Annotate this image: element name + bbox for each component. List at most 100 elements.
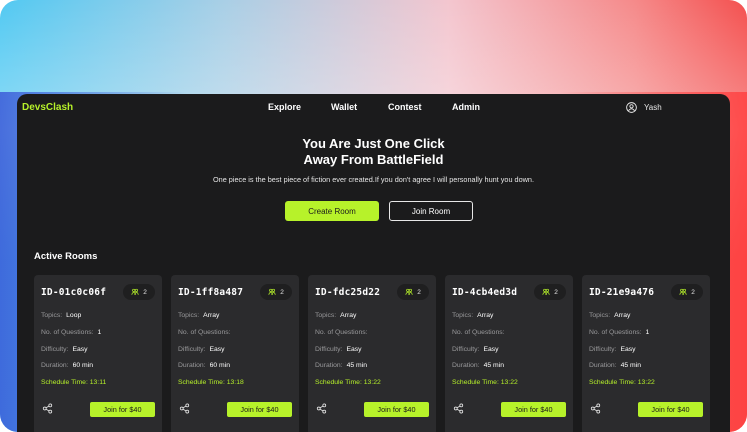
players-icon (679, 288, 687, 295)
schedule-label: Schedule Time: (589, 379, 636, 386)
room-card: ID-21e9a476 2 Topics: Array No. of Questi… (582, 275, 710, 432)
players-badge: 2 (534, 284, 566, 300)
hero-title: You Are Just One Click Away From BattleF… (17, 136, 730, 168)
difficulty-label: Difficulty: (315, 346, 343, 353)
hero-title-line2: Away From BattleField (303, 152, 444, 167)
schedule-label: Schedule Time: (178, 379, 225, 386)
join-room-paid-button[interactable]: Join for $40 (90, 402, 155, 417)
questions-label: No. of Questions: (41, 329, 94, 336)
difficulty-row: Difficulty: Easy (315, 346, 362, 353)
players-count: 2 (691, 288, 695, 296)
app-window: DevsClash Explore Wallet Contest Admin Y… (17, 94, 730, 432)
questions-label: No. of Questions: (315, 329, 368, 336)
topics-label: Topics: (589, 312, 611, 319)
nav-wallet[interactable]: Wallet (331, 102, 357, 112)
schedule-label: Schedule Time: (452, 379, 499, 386)
schedule-row: Schedule Time: 13:11 (41, 379, 106, 386)
topics-value: Array (340, 312, 357, 319)
questions-label: No. of Questions: (178, 329, 231, 336)
questions-label: No. of Questions: (589, 329, 642, 336)
difficulty-label: Difficulty: (178, 346, 206, 353)
duration-row: Duration: 60 min (41, 362, 93, 369)
topics-row: Topics: Array (315, 312, 356, 319)
questions-label: No. of Questions: (452, 329, 505, 336)
user-icon (626, 102, 637, 113)
questions-row: No. of Questions: (178, 329, 235, 336)
difficulty-value: Easy (346, 346, 362, 353)
questions-row: No. of Questions: 1 (589, 329, 649, 336)
players-icon (131, 288, 139, 295)
room-card: ID-1ff8a487 2 Topics: Array No. of Questi… (171, 275, 299, 432)
room-card: ID-01c0c06f 2 Topics: Loop No. of Questio… (34, 275, 162, 432)
questions-row: No. of Questions: 1 (41, 329, 101, 336)
schedule-value: 13:22 (363, 379, 381, 386)
duration-row: Duration: 45 min (589, 362, 641, 369)
join-room-button[interactable]: Join Room (389, 201, 473, 221)
schedule-row: Schedule Time: 13:22 (315, 379, 381, 386)
topics-row: Topics: Loop (41, 312, 81, 319)
players-icon (268, 288, 276, 295)
schedule-value: 13:22 (637, 379, 655, 386)
nav-explore[interactable]: Explore (268, 102, 301, 112)
topics-value: Array (614, 312, 631, 319)
players-count: 2 (417, 288, 421, 296)
user-menu[interactable]: Yash (626, 102, 662, 113)
room-id: ID-21e9a476 (589, 287, 655, 298)
share-icon[interactable] (42, 403, 53, 414)
difficulty-value: Easy (72, 346, 88, 353)
join-room-paid-button[interactable]: Join for $40 (501, 402, 566, 417)
players-badge: 2 (671, 284, 703, 300)
room-id: ID-fdc25d22 (315, 287, 381, 298)
create-room-button[interactable]: Create Room (285, 201, 379, 221)
nav-contest[interactable]: Contest (388, 102, 422, 112)
players-icon (542, 288, 550, 295)
top-navbar: DevsClash Explore Wallet Contest Admin Y… (17, 94, 730, 122)
difficulty-row: Difficulty: Easy (178, 346, 225, 353)
players-icon (405, 288, 413, 295)
players-badge: 2 (123, 284, 155, 300)
schedule-label: Schedule Time: (315, 379, 362, 386)
duration-label: Duration: (178, 362, 206, 369)
duration-value: 60 min (72, 362, 93, 369)
duration-row: Duration: 60 min (178, 362, 230, 369)
topics-label: Topics: (452, 312, 474, 319)
difficulty-row: Difficulty: Easy (452, 346, 499, 353)
join-room-paid-button[interactable]: Join for $40 (364, 402, 429, 417)
schedule-row: Schedule Time: 13:22 (589, 379, 655, 386)
join-room-paid-button[interactable]: Join for $40 (638, 402, 703, 417)
topics-value: Array (203, 312, 220, 319)
difficulty-label: Difficulty: (589, 346, 617, 353)
players-count: 2 (554, 288, 558, 296)
hero-title-line1: You Are Just One Click (302, 136, 445, 151)
players-count: 2 (143, 288, 147, 296)
duration-value: 60 min (209, 362, 230, 369)
questions-row: No. of Questions: (315, 329, 372, 336)
share-icon[interactable] (590, 403, 601, 414)
share-icon[interactable] (316, 403, 327, 414)
active-rooms-heading: Active Rooms (34, 251, 98, 262)
duration-label: Duration: (315, 362, 343, 369)
room-id: ID-1ff8a487 (178, 287, 244, 298)
difficulty-label: Difficulty: (41, 346, 69, 353)
duration-row: Duration: 45 min (315, 362, 367, 369)
room-card: ID-4cb4ed3d 2 Topics: Array No. of Questi… (445, 275, 573, 432)
players-badge: 2 (260, 284, 292, 300)
duration-value: 45 min (346, 362, 367, 369)
duration-label: Duration: (589, 362, 617, 369)
duration-label: Duration: (452, 362, 480, 369)
difficulty-row: Difficulty: Easy (589, 346, 636, 353)
share-icon[interactable] (179, 403, 190, 414)
duration-value: 45 min (620, 362, 641, 369)
join-room-paid-button[interactable]: Join for $40 (227, 402, 292, 417)
topics-label: Topics: (315, 312, 337, 319)
topics-label: Topics: (41, 312, 63, 319)
duration-row: Duration: 45 min (452, 362, 504, 369)
schedule-row: Schedule Time: 13:22 (452, 379, 518, 386)
schedule-label: Schedule Time: (41, 379, 88, 386)
hero-subtitle: One piece is the best piece of fiction e… (212, 175, 535, 184)
share-icon[interactable] (453, 403, 464, 414)
room-card: ID-fdc25d22 2 Topics: Array No. of Questi… (308, 275, 436, 432)
user-name: Yash (644, 103, 662, 112)
nav-admin[interactable]: Admin (452, 102, 480, 112)
questions-value: 1 (645, 329, 650, 336)
